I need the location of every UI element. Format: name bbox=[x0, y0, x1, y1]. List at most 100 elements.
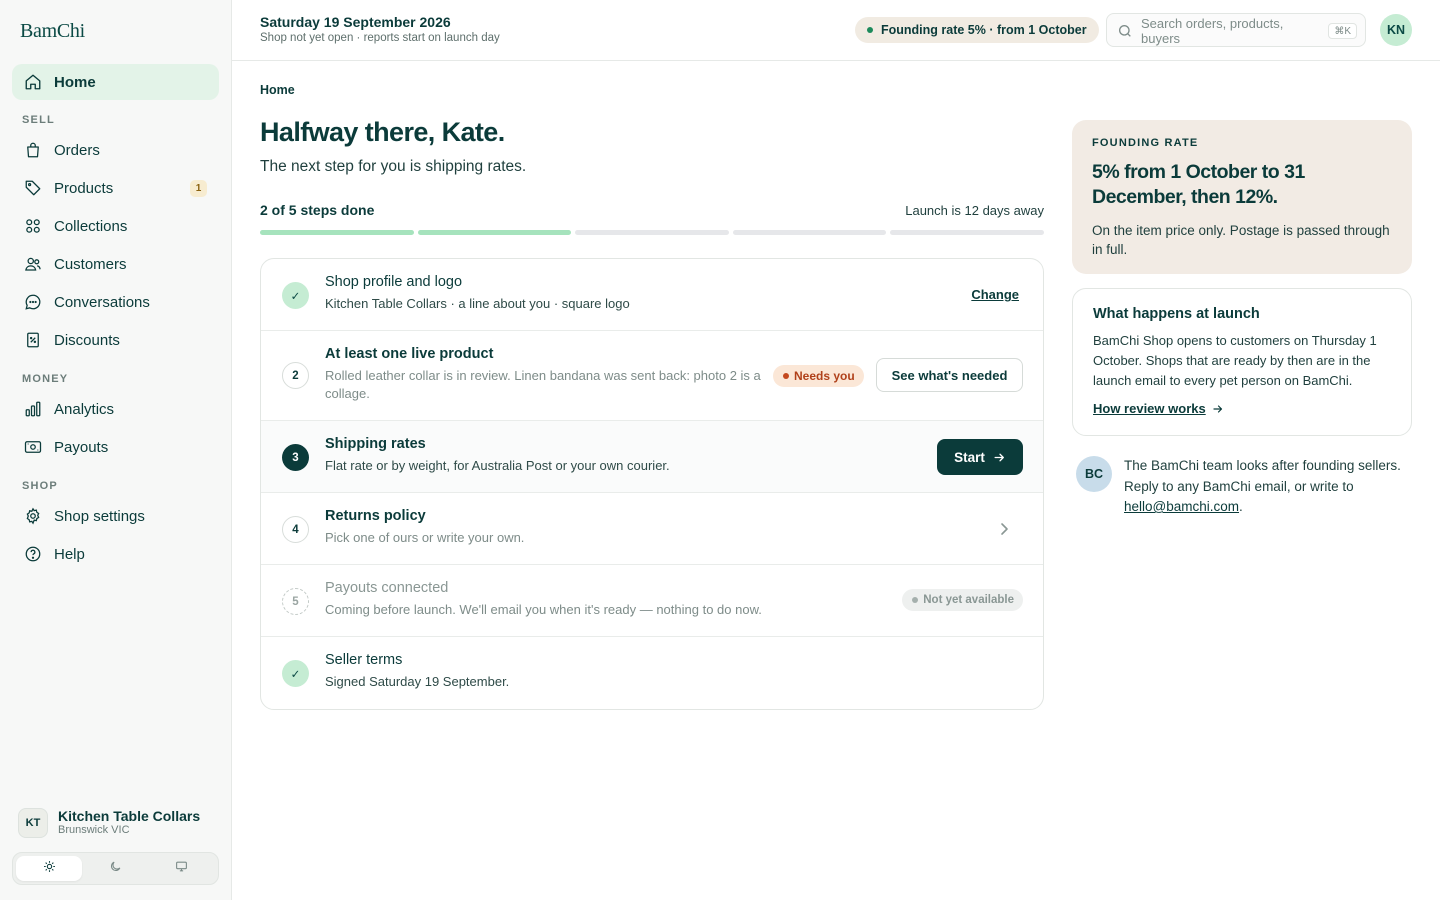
see-whats-needed-button[interactable]: See what's needed bbox=[876, 358, 1023, 392]
theme-dark-button[interactable] bbox=[82, 856, 148, 881]
current-date: Saturday 19 September 2026 bbox=[260, 14, 451, 30]
rate-kicker: FOUNDING RATE bbox=[1092, 137, 1199, 149]
breadcrumb[interactable]: Home bbox=[260, 83, 295, 97]
not-available-label: Not yet available bbox=[923, 594, 1014, 606]
launch-body: BamChi Shop opens to customers on Thursd… bbox=[1093, 333, 1377, 388]
sidebar-item-label: Collections bbox=[54, 217, 128, 235]
step-title: Seller terms bbox=[325, 652, 403, 668]
step-number: 4 bbox=[282, 516, 309, 543]
sidebar-item-home[interactable]: Home bbox=[12, 64, 219, 100]
launch-title: What happens at launch bbox=[1093, 306, 1260, 322]
top-bar: Saturday 19 September 2026 Shop not yet … bbox=[232, 0, 1440, 61]
search-input[interactable]: Search orders, products, buyers ⌘K bbox=[1106, 13, 1366, 47]
sidebar-item-collections[interactable]: Collections bbox=[12, 208, 219, 244]
step-shipping-rates: 3 Shipping rates Flat rate or by weight,… bbox=[261, 421, 1043, 493]
team-text-end: . bbox=[1239, 499, 1243, 514]
needs-you-badge: Needs you bbox=[773, 365, 864, 387]
chat-icon bbox=[24, 293, 42, 311]
step-description: Flat rate or by weight, for Australia Po… bbox=[325, 458, 670, 473]
step-title: Shop profile and logo bbox=[325, 274, 463, 290]
sidebar-item-analytics[interactable]: Analytics bbox=[12, 391, 219, 427]
brand-logo[interactable]: BamChi bbox=[20, 20, 85, 43]
sidebar-item-label: Payouts bbox=[54, 438, 109, 456]
progress-segment bbox=[732, 230, 887, 235]
user-avatar[interactable]: KN bbox=[1380, 14, 1412, 46]
needs-you-label: Needs you bbox=[794, 369, 855, 383]
tag-icon bbox=[24, 179, 42, 197]
section-label-money: MONEY bbox=[22, 373, 69, 385]
shop-location: Brunswick VIC bbox=[58, 824, 130, 836]
step-title: Shipping rates bbox=[325, 436, 426, 452]
start-button[interactable]: Start bbox=[937, 439, 1023, 475]
step-title: At least one live product bbox=[325, 346, 494, 362]
step-description: Rolled leather collar is in review. Line… bbox=[325, 368, 761, 401]
shop-name: Kitchen Table Collars bbox=[58, 808, 201, 824]
theme-light-button[interactable] bbox=[16, 856, 83, 881]
step-returns-policy[interactable]: 4 Returns policy Pick one of ours or wri… bbox=[261, 493, 1043, 565]
search-shortcut: ⌘K bbox=[1328, 23, 1357, 39]
not-available-badge: Not yet available bbox=[902, 589, 1023, 611]
rate-title: 5% from 1 October to 31 December, then 1… bbox=[1092, 161, 1305, 208]
sidebar-item-label: Discounts bbox=[54, 331, 120, 349]
step-seller-terms: ✓ Seller terms Signed Saturday 19 Septem… bbox=[261, 637, 1043, 709]
arrow-right-icon bbox=[993, 451, 1006, 464]
theme-toggle bbox=[12, 852, 219, 885]
products-count-badge: 1 bbox=[190, 180, 207, 197]
progress-segment bbox=[575, 230, 729, 235]
founding-rate-pill[interactable]: Founding rate 5% · from 1 October bbox=[855, 17, 1099, 43]
arrow-right-icon bbox=[1212, 403, 1224, 415]
sidebar-item-shop-settings[interactable]: Shop settings bbox=[12, 498, 219, 534]
how-review-works-link[interactable]: How review works bbox=[1093, 401, 1224, 416]
search-placeholder: Search orders, products, buyers bbox=[1141, 16, 1284, 46]
page-subtitle: The next step for you is shipping rates. bbox=[260, 158, 527, 175]
bar-chart-icon bbox=[24, 400, 42, 418]
steps-done-count: 2 of 5 steps done bbox=[260, 202, 375, 218]
start-label: Start bbox=[954, 449, 985, 465]
change-link[interactable]: Change bbox=[971, 287, 1019, 302]
setup-progress-bar bbox=[260, 230, 1044, 235]
rate-body: On the item price only. Postage is passe… bbox=[1092, 223, 1390, 257]
home-icon bbox=[24, 73, 42, 91]
section-label-sell: SELL bbox=[22, 114, 55, 126]
sidebar-item-label: Home bbox=[54, 73, 96, 91]
founding-rate-card: FOUNDING RATE 5% from 1 October to 31 De… bbox=[1072, 120, 1412, 274]
sidebar: BamChi Home SELL Orders Products 1 Colle… bbox=[0, 0, 232, 900]
step-complete-check: ✓ bbox=[282, 282, 309, 309]
gear-icon bbox=[24, 507, 42, 525]
sidebar-item-conversations[interactable]: Conversations bbox=[12, 284, 219, 320]
sidebar-item-help[interactable]: Help bbox=[12, 536, 219, 572]
shop-switcher[interactable]: KT Kitchen Table Collars Brunswick VIC bbox=[18, 808, 218, 838]
sidebar-item-payouts[interactable]: Payouts bbox=[12, 429, 219, 465]
discount-icon bbox=[24, 331, 42, 349]
step-description: Pick one of ours or write your own. bbox=[325, 530, 525, 545]
section-label-shop: SHOP bbox=[22, 480, 58, 492]
theme-system-button[interactable] bbox=[149, 856, 215, 881]
search-icon bbox=[1117, 23, 1133, 39]
sidebar-item-orders[interactable]: Orders bbox=[12, 132, 219, 168]
users-icon bbox=[24, 255, 42, 273]
warning-dot bbox=[783, 373, 789, 379]
step-description: Coming before launch. We'll email you wh… bbox=[325, 602, 762, 617]
sidebar-item-label: Help bbox=[54, 545, 85, 563]
email-link[interactable]: hello@bamchi.com bbox=[1124, 499, 1239, 514]
shop-status-text: Shop not yet open · reports start on lau… bbox=[260, 32, 500, 44]
step-number: 5 bbox=[282, 588, 309, 615]
step-description: Kitchen Table Collars · a line about you… bbox=[325, 296, 630, 311]
sidebar-item-customers[interactable]: Customers bbox=[12, 246, 219, 282]
bag-icon bbox=[24, 141, 42, 159]
launch-countdown: Launch is 12 days away bbox=[905, 203, 1044, 218]
status-dot bbox=[867, 27, 873, 33]
sidebar-item-discounts[interactable]: Discounts bbox=[12, 322, 219, 358]
sidebar-item-label: Shop settings bbox=[54, 507, 145, 525]
sidebar-item-label: Customers bbox=[54, 255, 127, 273]
status-dot bbox=[912, 597, 919, 603]
chevron-right-icon bbox=[998, 522, 1010, 536]
team-text: The BamChi team looks after founding sel… bbox=[1124, 458, 1401, 494]
progress-segment bbox=[260, 230, 414, 235]
progress-segment bbox=[417, 230, 572, 235]
sidebar-item-products[interactable]: Products 1 bbox=[12, 170, 219, 206]
step-description: Signed Saturday 19 September. bbox=[325, 674, 510, 689]
step-number: 3 bbox=[282, 444, 309, 471]
step-payouts: 5 Payouts connected Coming before launch… bbox=[261, 565, 1043, 637]
step-complete-check: ✓ bbox=[282, 660, 309, 687]
